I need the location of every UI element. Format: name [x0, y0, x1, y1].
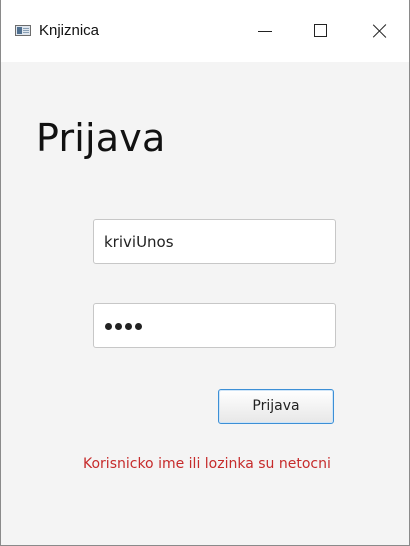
- close-button[interactable]: [357, 12, 403, 50]
- app-window: Knjiznica Prijava kriviUnos Prijava Kori…: [0, 0, 410, 546]
- password-field[interactable]: [93, 303, 336, 348]
- login-button[interactable]: Prijava: [218, 389, 334, 424]
- password-dot: [125, 323, 132, 330]
- minimize-icon: [258, 31, 272, 32]
- window-title: Knjiznica: [39, 22, 100, 39]
- title-bar[interactable]: Knjiznica: [1, 0, 409, 62]
- maximize-button[interactable]: [296, 12, 342, 50]
- login-heading: Prijava: [36, 116, 166, 160]
- password-dot: [115, 323, 122, 330]
- password-dot: [135, 323, 142, 330]
- minimize-button[interactable]: [241, 12, 287, 50]
- password-dot: [105, 323, 112, 330]
- error-message: Korisnicko ime ili lozinka su netocni: [83, 456, 331, 472]
- maximize-icon: [314, 24, 327, 37]
- username-value: kriviUnos: [104, 233, 174, 251]
- close-icon: [373, 24, 387, 38]
- username-field[interactable]: kriviUnos: [93, 219, 336, 264]
- password-mask: [105, 323, 142, 331]
- java-app-icon: [15, 25, 31, 36]
